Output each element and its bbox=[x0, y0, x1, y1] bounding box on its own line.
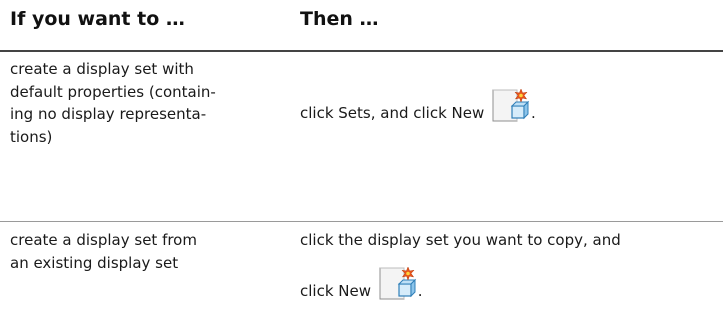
condition-line: tions) bbox=[10, 127, 53, 146]
condition-line: create a display set from bbox=[10, 231, 197, 249]
action-text: click Sets, and click New bbox=[300, 104, 485, 122]
condition-line: default properties (contain- bbox=[10, 82, 216, 101]
column-header-action: Then … bbox=[300, 8, 379, 30]
table-row-2-action-line-1: click the display set you want to copy, … bbox=[300, 229, 710, 252]
action-text: click the display set you want to copy, … bbox=[300, 231, 621, 249]
action-suffix: . bbox=[417, 282, 423, 300]
action-text: click New bbox=[300, 282, 372, 300]
table-row-1-condition: create a display set with default proper… bbox=[10, 58, 280, 148]
new-display-set-icon[interactable] bbox=[378, 266, 418, 302]
table-row-2-action-line-2: click New . bbox=[300, 266, 710, 303]
row-divider bbox=[0, 221, 723, 222]
condition-line: an existing display set bbox=[10, 253, 179, 272]
column-header-condition: If you want to … bbox=[10, 8, 185, 30]
instruction-table: If you want to … Then … create a display… bbox=[0, 0, 723, 311]
condition-line: ing no display representa- bbox=[10, 105, 207, 123]
table-row-2-condition: create a display set from an existing di… bbox=[10, 229, 280, 274]
table-row-1-action: click Sets, and click New . bbox=[300, 88, 710, 125]
new-display-set-icon[interactable] bbox=[491, 88, 531, 124]
header-divider bbox=[0, 50, 723, 52]
condition-line: create a display set with bbox=[10, 60, 194, 78]
action-suffix: . bbox=[531, 104, 536, 122]
